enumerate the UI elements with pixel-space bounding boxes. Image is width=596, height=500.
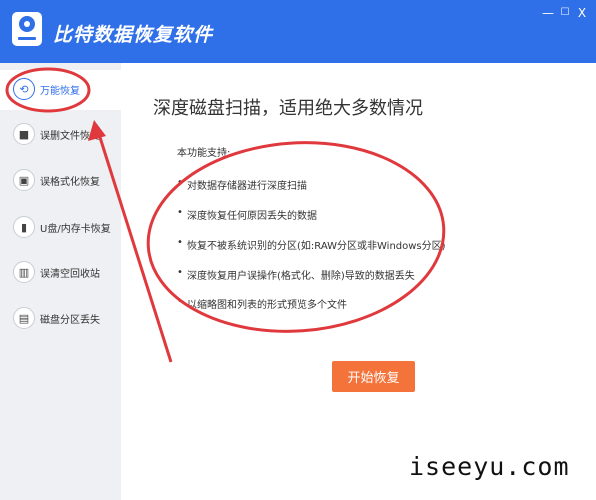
features-heading: 本功能支持: <box>177 148 231 159</box>
sidebar-item-deleted-files[interactable]: ■ 误删文件恢复 <box>0 115 121 155</box>
feature-item: 恢复不被系统识别的分区(如:RAW分区或非Windows分区) <box>177 237 446 252</box>
app-logo-icon <box>12 12 42 46</box>
title-bar: 比特数据恢复软件 — ☐ X <box>0 0 596 63</box>
minimize-button[interactable]: — <box>540 4 556 22</box>
sidebar-item-recycle-bin[interactable]: ▥ 误清空回收站 <box>0 253 121 293</box>
folder-icon: ■ <box>13 123 35 145</box>
start-recovery-button[interactable]: 开始恢复 <box>332 361 415 392</box>
sidebar-item-label: 磁盘分区丢失 <box>40 315 100 326</box>
sidebar: ⟲ 万能恢复 ■ 误删文件恢复 ▣ 误格式化恢复 ▮ U盘/内存卡恢复 ▥ 误清… <box>0 63 121 500</box>
sidebar-item-label: 误清空回收站 <box>40 269 100 280</box>
app-window: 比特数据恢复软件 — ☐ X ⟲ 万能恢复 ■ 误删文件恢复 ▣ 误格式化恢复 … <box>0 0 596 500</box>
trash-icon: ▥ <box>13 261 35 283</box>
partition-icon: ▤ <box>13 307 35 329</box>
sidebar-item-label: 万能恢复 <box>40 86 80 97</box>
sidebar-item-partition-lost[interactable]: ▤ 磁盘分区丢失 <box>0 299 121 339</box>
feature-item: 以缩略图和列表的形式预览多个文件 <box>177 296 347 311</box>
sidebar-item-label: 误删文件恢复 <box>40 131 100 142</box>
feature-item: 对数据存储器进行深度扫描 <box>177 177 307 192</box>
sidebar-item-universal-recovery[interactable]: ⟲ 万能恢复 <box>0 70 121 110</box>
maximize-button[interactable]: ☐ <box>557 4 573 22</box>
sidebar-item-formatted[interactable]: ▣ 误格式化恢复 <box>0 161 121 201</box>
usb-icon: ▮ <box>13 216 35 238</box>
sidebar-item-label: U盘/内存卡恢复 <box>40 224 111 235</box>
close-button[interactable]: X <box>574 4 590 22</box>
disk-icon: ▣ <box>13 169 35 191</box>
sidebar-item-label: 误格式化恢复 <box>40 177 100 188</box>
app-title: 比特数据恢复软件 <box>53 24 214 46</box>
feature-item: 深度恢复用户误操作(格式化、删除)导致的数据丢失 <box>177 267 415 282</box>
refresh-icon: ⟲ <box>13 78 35 100</box>
sidebar-item-usb-card[interactable]: ▮ U盘/内存卡恢复 <box>0 208 121 248</box>
page-title: 深度磁盘扫描，适用绝大多数情况 <box>153 98 423 119</box>
feature-item: 深度恢复任何原因丢失的数据 <box>177 207 317 222</box>
watermark: iseeyu.com <box>409 452 570 481</box>
